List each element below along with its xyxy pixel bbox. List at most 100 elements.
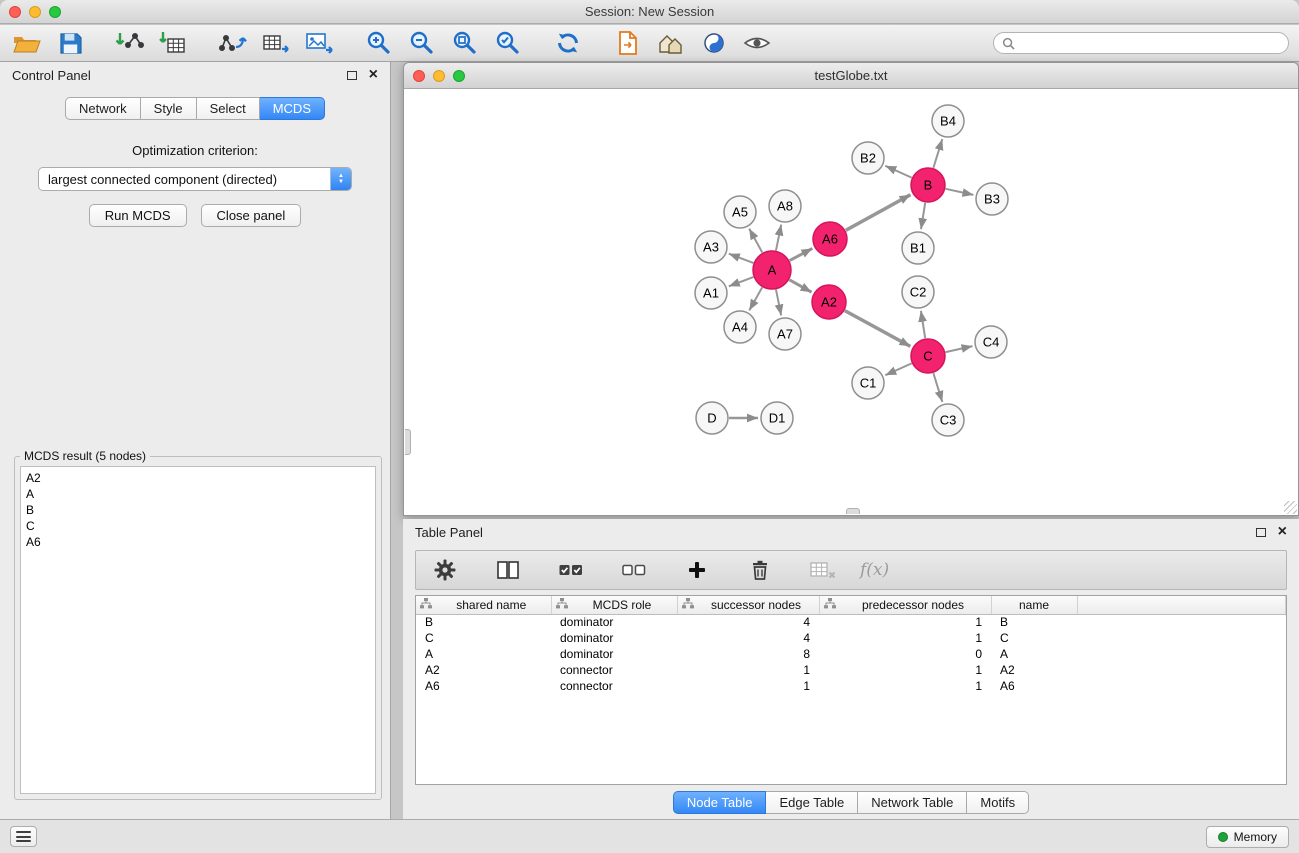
table-cell[interactable]: A2 (991, 662, 1077, 678)
splitter-grip-bottom[interactable] (846, 508, 860, 514)
export-to-web-icon[interactable] (611, 28, 645, 58)
graph-node-C1[interactable]: C1 (852, 367, 884, 399)
table-cell[interactable]: C (416, 630, 551, 646)
table-cell[interactable]: A6 (991, 678, 1077, 694)
graph-node-B4[interactable]: B4 (932, 105, 964, 137)
deselect-all-icon[interactable] (617, 555, 651, 585)
graph-edge-A-A5[interactable] (749, 229, 762, 253)
table-cell[interactable]: dominator (551, 646, 677, 662)
table-cell[interactable]: B (991, 614, 1077, 630)
graph-edge-C-C1[interactable] (885, 363, 911, 375)
import-network-icon[interactable] (113, 28, 147, 58)
table-cell[interactable]: 1 (819, 662, 991, 678)
graph-edge-A-A1[interactable] (729, 277, 754, 286)
delete-table-icon[interactable] (806, 555, 840, 585)
column-header-shared-name[interactable]: shared name (416, 596, 551, 614)
table-cell[interactable]: 4 (677, 630, 819, 646)
graph-edge-A6-B[interactable] (846, 195, 911, 231)
graph-node-D1[interactable]: D1 (761, 402, 793, 434)
network-close-button[interactable] (413, 70, 425, 82)
zoom-fit-icon[interactable] (448, 28, 482, 58)
table-cell[interactable]: 1 (819, 614, 991, 630)
graph-node-A5[interactable]: A5 (724, 196, 756, 228)
table-row[interactable]: Adominator80A (416, 646, 1286, 662)
graph-node-A1[interactable]: A1 (695, 277, 727, 309)
graph-node-C2[interactable]: C2 (902, 276, 934, 308)
graph-node-B[interactable]: B (911, 168, 945, 202)
network-canvas[interactable]: B4B2BB3A5A8A6B1A3AA1C2A2A4A7C4CC1C3DD1 (405, 90, 1298, 515)
splitter-grip-left[interactable] (405, 429, 411, 455)
mcds-result-item[interactable]: B (26, 502, 370, 518)
graph-node-B3[interactable]: B3 (976, 183, 1008, 215)
tab-network[interactable]: Network (65, 97, 141, 120)
graph-node-D[interactable]: D (696, 402, 728, 434)
close-panel-icon[interactable]: × (369, 69, 378, 81)
import-table-icon[interactable] (156, 28, 190, 58)
mcds-result-item[interactable]: A6 (26, 534, 370, 550)
mcds-result-item[interactable]: A2 (26, 470, 370, 486)
graph-node-A6[interactable]: A6 (813, 222, 847, 256)
table-cell[interactable]: connector (551, 678, 677, 694)
graph-node-C[interactable]: C (911, 339, 945, 373)
mcds-result-list[interactable]: A2ABCA6 (20, 466, 376, 794)
graph-edge-B-B1[interactable] (921, 203, 925, 229)
graph-node-A2[interactable]: A2 (812, 285, 846, 319)
table-cell[interactable]: connector (551, 662, 677, 678)
table-cell[interactable]: A (416, 646, 551, 662)
run-mcds-button[interactable]: Run MCDS (89, 204, 187, 227)
graph-node-A3[interactable]: A3 (695, 231, 727, 263)
show-columns-icon[interactable] (491, 555, 525, 585)
table-cell[interactable]: 1 (677, 662, 819, 678)
delete-column-icon[interactable] (743, 555, 777, 585)
table-cell[interactable]: A2 (416, 662, 551, 678)
select-all-icon[interactable] (554, 555, 588, 585)
table-settings-icon[interactable] (428, 555, 462, 585)
table-cell[interactable]: 1 (819, 630, 991, 646)
graph-edge-C-C2[interactable] (921, 311, 925, 338)
graph-edge-B-B3[interactable] (946, 189, 974, 195)
network-window-titlebar[interactable]: testGlobe.txt (404, 63, 1298, 89)
save-session-icon[interactable] (53, 28, 87, 58)
optimization-criterion-select[interactable]: largest connected component (directed) ▲… (38, 167, 352, 191)
tab-network-table[interactable]: Network Table (858, 791, 967, 814)
mcds-result-item[interactable]: C (26, 518, 370, 534)
close-window-button[interactable] (9, 6, 21, 18)
function-builder-icon[interactable]: f(x) (860, 560, 889, 580)
apply-style-icon[interactable] (697, 28, 731, 58)
table-cell[interactable]: 8 (677, 646, 819, 662)
toolbar-search[interactable] (993, 32, 1289, 54)
zoom-in-icon[interactable] (362, 28, 396, 58)
graph-node-A[interactable]: A (753, 251, 791, 289)
graph-edge-B-B2[interactable] (885, 166, 911, 178)
table-cell[interactable]: dominator (551, 630, 677, 646)
search-input[interactable] (1020, 36, 1280, 50)
graph-node-A4[interactable]: A4 (724, 311, 756, 343)
table-cell[interactable]: 1 (819, 678, 991, 694)
graph-node-B2[interactable]: B2 (852, 142, 884, 174)
show-hide-details-icon[interactable] (740, 28, 774, 58)
table-row[interactable]: A6connector11A6 (416, 678, 1286, 694)
table-cell[interactable]: B (416, 614, 551, 630)
graph-node-C4[interactable]: C4 (975, 326, 1007, 358)
zoom-window-button[interactable] (49, 6, 61, 18)
table-cell[interactable]: 4 (677, 614, 819, 630)
export-table-icon[interactable] (259, 28, 293, 58)
export-network-icon[interactable] (216, 28, 250, 58)
zoom-out-icon[interactable] (405, 28, 439, 58)
mcds-result-item[interactable]: A (26, 486, 370, 502)
table-cell[interactable]: 0 (819, 646, 991, 662)
graph-edge-C-C4[interactable] (946, 346, 973, 352)
tab-edge-table[interactable]: Edge Table (766, 791, 858, 814)
graph-edge-A-A4[interactable] (749, 287, 762, 310)
column-header-mcds-role[interactable]: MCDS role (551, 596, 677, 614)
graph-node-C3[interactable]: C3 (932, 404, 964, 436)
create-column-icon[interactable] (680, 555, 714, 585)
tab-node-table[interactable]: Node Table (673, 791, 767, 814)
network-zoom-button[interactable] (453, 70, 465, 82)
tab-mcds[interactable]: MCDS (260, 97, 325, 120)
window-resize-grip[interactable] (1284, 501, 1297, 514)
table-cell[interactable]: C (991, 630, 1077, 646)
graph-node-B1[interactable]: B1 (902, 232, 934, 264)
minimize-window-button[interactable] (29, 6, 41, 18)
export-image-icon[interactable] (302, 28, 336, 58)
